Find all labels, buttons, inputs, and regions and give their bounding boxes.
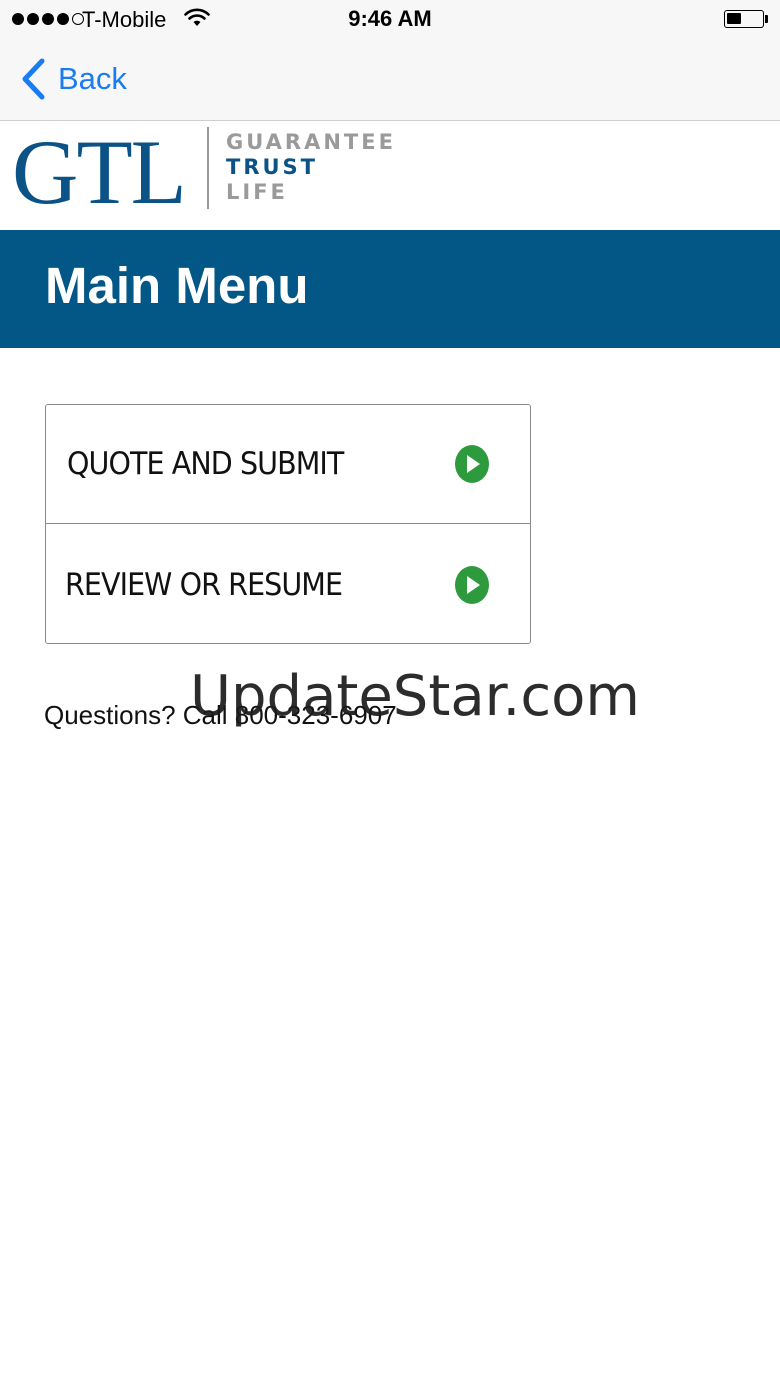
app-screen: T-Mobile 9:46 AM Back GTL GUARANTEE TRUS… (0, 0, 780, 1387)
logo-word-life: LIFE (226, 180, 288, 204)
status-bar: T-Mobile 9:46 AM (0, 0, 780, 40)
logo-word-trust: TRUST (226, 155, 318, 179)
status-time: 9:46 AM (348, 6, 432, 31)
battery-icon (724, 10, 764, 28)
logo-wordmark: GUARANTEE TRUST LIFE (226, 130, 396, 205)
brand-logo: GTL GUARANTEE TRUST LIFE (0, 122, 780, 230)
main-menu: QUOTE AND SUBMIT REVIEW OR RESUME (45, 404, 531, 644)
quote-and-submit-button[interactable]: QUOTE AND SUBMIT (46, 405, 530, 524)
menu-item-label: QUOTE AND SUBMIT (67, 446, 344, 482)
play-circle-icon (455, 565, 489, 604)
menu-item-label: REVIEW OR RESUME (65, 566, 343, 603)
top-bar: T-Mobile 9:46 AM Back (0, 0, 780, 121)
logo-divider (207, 127, 209, 209)
chevron-left-icon (22, 58, 45, 100)
title-banner: Main Menu (0, 230, 780, 348)
questions-phone-text: Questions? Call 800-323-6907 (44, 700, 397, 730)
back-button[interactable]: Back (18, 56, 127, 102)
page-title: Main Menu (45, 257, 309, 314)
review-or-resume-button[interactable]: REVIEW OR RESUME (46, 525, 530, 644)
logo-word-guarantee: GUARANTEE (226, 130, 396, 154)
back-label: Back (58, 61, 127, 96)
battery-tip (765, 15, 768, 23)
logo-mark: GTL (12, 121, 187, 223)
play-circle-icon (455, 445, 489, 483)
